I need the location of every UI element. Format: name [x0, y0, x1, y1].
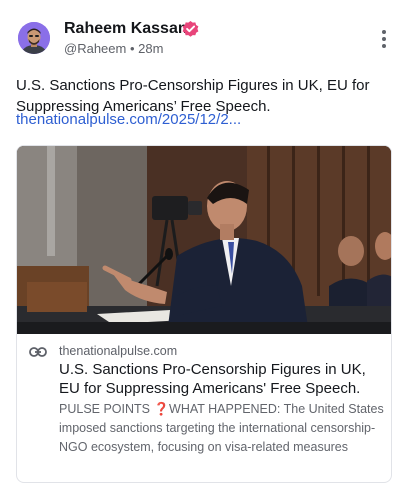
- card-title: U.S. Sanctions Pro-Censorship Figures in…: [59, 361, 366, 397]
- link-icon: [29, 347, 47, 357]
- post-timestamp[interactable]: 28m: [138, 41, 163, 56]
- meta-separator: •: [129, 41, 135, 56]
- avatar[interactable]: [18, 22, 50, 54]
- author-handle[interactable]: @Raheem: [64, 41, 126, 56]
- link-preview-card[interactable]: thenationalpulse.com U.S. Sanctions Pro-…: [16, 145, 392, 483]
- author-name[interactable]: Raheem Kassam: [64, 20, 192, 38]
- social-post: Raheem Kassam @Raheem • 28m U.S. Sanctio…: [0, 0, 408, 500]
- card-image: [17, 146, 391, 334]
- more-options-button[interactable]: [380, 30, 388, 48]
- card-domain: thenationalpulse.com: [59, 344, 178, 358]
- more-vertical-icon-dot: [382, 30, 386, 34]
- avatar-image: [18, 22, 50, 54]
- more-vertical-icon-dot: [382, 44, 386, 48]
- more-vertical-icon-dot: [382, 37, 386, 41]
- card-description: PULSE POINTS ❓WHAT HAPPENED: The United …: [59, 402, 384, 454]
- verified-badge-icon: [182, 20, 199, 37]
- author-meta: @Raheem • 28m: [64, 41, 163, 56]
- post-link[interactable]: thenationalpulse.com/2025/12/2...: [16, 110, 241, 130]
